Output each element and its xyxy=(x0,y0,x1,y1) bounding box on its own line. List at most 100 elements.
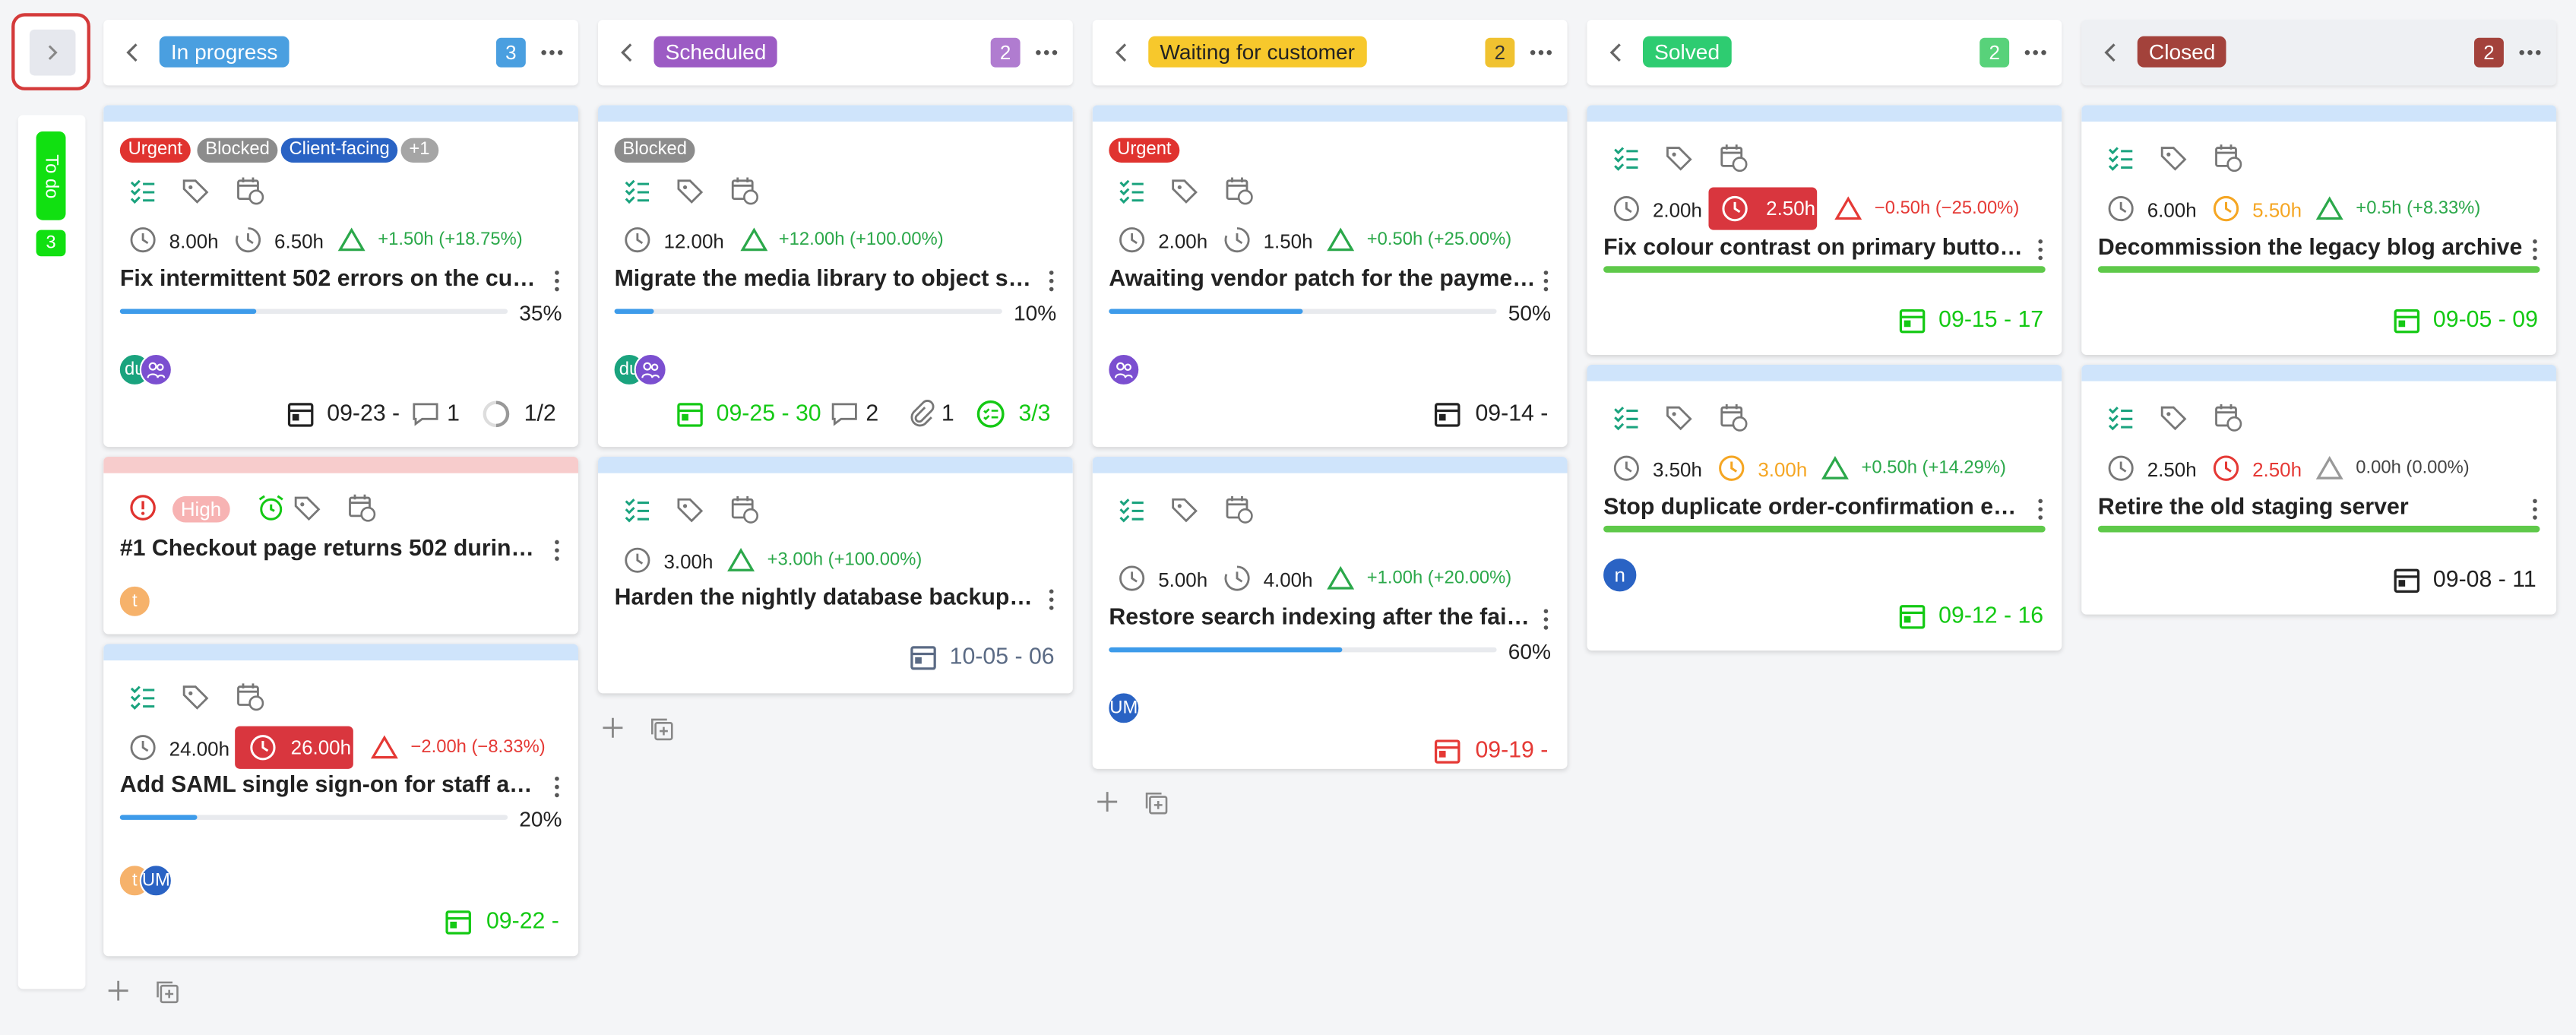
checklist-icon[interactable] xyxy=(2106,143,2136,172)
calendar-clock-icon[interactable] xyxy=(235,682,264,711)
task-card[interactable]: 6.00h 5.50h +0.5h (+8.33%) Decommission … xyxy=(2081,105,2557,355)
add-card-icon[interactable] xyxy=(107,980,130,1002)
checklist-icon[interactable] xyxy=(1612,143,1641,172)
card-title[interactable]: Migrate the media library to object sto.… xyxy=(615,264,1039,291)
checklist-icon[interactable] xyxy=(2106,403,2136,432)
task-card[interactable]: 2.00h 2.50h −0.50h (−25.00%) Fix colour … xyxy=(1587,105,2062,355)
card-title[interactable]: Awaiting vendor patch for the payment... xyxy=(1109,264,1536,291)
more-horizontal-icon[interactable] xyxy=(2022,40,2049,66)
more-vertical-icon[interactable] xyxy=(2036,238,2046,261)
card-title[interactable]: Fix colour contrast on primary buttons..… xyxy=(1603,233,2030,260)
calendar-icon xyxy=(445,910,471,935)
card-title[interactable]: Fix intermittent 502 errors on the cust.… xyxy=(120,264,544,291)
more-vertical-icon[interactable] xyxy=(1541,608,1551,631)
more-horizontal-icon[interactable] xyxy=(1528,40,1555,66)
card-title[interactable]: Decommission the legacy blog archive xyxy=(2098,233,2525,260)
card-title[interactable]: #1 Checkout page returns 502 during p... xyxy=(120,534,544,561)
calendar-clock-icon[interactable] xyxy=(2213,403,2242,432)
tag-icon[interactable] xyxy=(676,176,705,205)
task-card[interactable]: Urgent 2.00h 1.50h +0.50h (+25.00%) Awai… xyxy=(1092,105,1568,448)
more-vertical-icon[interactable] xyxy=(1046,588,1056,611)
alarm-icon[interactable] xyxy=(256,493,286,523)
more-vertical-icon[interactable] xyxy=(1541,270,1551,293)
task-card[interactable]: 3.00h +3.00h (+100.00%) Harden the night… xyxy=(597,457,1073,694)
task-card[interactable]: 2.50h 2.50h 0.00h (0.00%) Retire the old… xyxy=(2081,364,2557,615)
more-vertical-icon[interactable] xyxy=(2530,238,2540,261)
more-horizontal-icon[interactable] xyxy=(539,40,565,66)
group-avatar-icon[interactable] xyxy=(634,353,667,387)
task-card[interactable]: Blocked 12.00h +12.00h (+100.00%) Migrat… xyxy=(597,105,1073,448)
add-card-icon[interactable] xyxy=(601,717,624,739)
more-vertical-icon[interactable] xyxy=(552,775,562,798)
avatar[interactable]: UM xyxy=(139,864,173,897)
chevron-left-icon[interactable] xyxy=(1109,40,1135,66)
comment-icon[interactable] xyxy=(411,399,441,429)
calendar-clock-icon[interactable] xyxy=(347,493,376,523)
chevron-left-icon[interactable] xyxy=(2098,40,2125,66)
attachment-icon[interactable] xyxy=(905,399,935,429)
tag-icon[interactable] xyxy=(1664,403,1694,432)
card-title[interactable]: Restore search indexing after the faile.… xyxy=(1109,603,1533,629)
avatar[interactable]: n xyxy=(1601,556,1638,593)
calendar-clock-icon[interactable] xyxy=(235,176,264,205)
tag-icon[interactable] xyxy=(293,493,322,523)
task-card[interactable]: 5.00h 4.00h +1.00h (+20.00%) Restore sea… xyxy=(1092,457,1568,769)
estimate-value: 6.00h xyxy=(2147,198,2197,222)
checklist-icon[interactable] xyxy=(622,495,652,524)
chevron-left-icon[interactable] xyxy=(615,40,641,66)
calendar-clock-icon[interactable] xyxy=(1718,403,1748,432)
tag-icon[interactable] xyxy=(181,176,210,205)
tag-icon[interactable] xyxy=(1169,495,1199,524)
avatar[interactable]: UM xyxy=(1107,692,1141,725)
calendar-clock-icon[interactable] xyxy=(1224,495,1254,524)
tag-icon[interactable] xyxy=(2159,403,2188,432)
task-card[interactable]: Urgent Blocked Client-facing +1 8.00h 6.… xyxy=(103,105,579,448)
card-title[interactable]: Add SAML single sign-on for staff acco..… xyxy=(120,771,544,797)
checklist-icon[interactable] xyxy=(1117,495,1147,524)
task-card[interactable]: High #1 Checkout page returns 502 during… xyxy=(103,457,579,635)
duplicate-icon[interactable] xyxy=(1144,790,1168,815)
task-card[interactable]: 24.00h 26.00h −2.00h (−8.33%) Add SAML s… xyxy=(103,644,579,957)
duplicate-icon[interactable] xyxy=(649,717,673,741)
calendar-icon xyxy=(287,403,314,427)
calendar-icon xyxy=(1434,739,1460,764)
group-avatar-icon[interactable] xyxy=(1107,353,1141,387)
more-horizontal-icon[interactable] xyxy=(1033,40,1060,66)
chevron-left-icon[interactable] xyxy=(1603,40,1630,66)
calendar-clock-icon[interactable] xyxy=(729,495,759,524)
checklist-icon[interactable] xyxy=(1117,176,1147,205)
more-horizontal-icon[interactable] xyxy=(2517,40,2543,66)
tag-icon[interactable] xyxy=(1664,143,1694,172)
calendar-clock-icon[interactable] xyxy=(1718,143,1748,172)
tag-icon[interactable] xyxy=(2159,143,2188,172)
tag-icon[interactable] xyxy=(676,495,705,524)
more-vertical-icon[interactable] xyxy=(1046,270,1056,293)
more-vertical-icon[interactable] xyxy=(552,539,562,562)
todo-column-collapsed[interactable]: To do 3 xyxy=(17,115,86,989)
card-title[interactable]: Retire the old staging server xyxy=(2098,493,2525,520)
card-title[interactable]: Harden the nightly database backup job xyxy=(615,584,1039,610)
comment-icon[interactable] xyxy=(830,399,859,429)
duplicate-icon[interactable] xyxy=(154,980,179,1004)
calendar-clock-icon[interactable] xyxy=(2213,143,2242,172)
calendar-clock-icon[interactable] xyxy=(729,176,759,205)
delta-value: +1.50h (+18.75%) xyxy=(378,229,523,250)
more-vertical-icon[interactable] xyxy=(2036,498,2046,521)
more-vertical-icon[interactable] xyxy=(552,270,562,293)
clock-icon xyxy=(1613,455,1639,481)
avatar[interactable]: t xyxy=(118,584,151,618)
add-card-icon[interactable] xyxy=(1096,790,1119,813)
checklist-icon[interactable] xyxy=(128,682,158,711)
calendar-clock-icon[interactable] xyxy=(1224,176,1254,205)
checklist-icon[interactable] xyxy=(622,176,652,205)
tag-icon[interactable] xyxy=(1169,176,1199,205)
tag-icon[interactable] xyxy=(181,682,210,711)
expand-sidebar-button[interactable] xyxy=(11,13,90,90)
card-title[interactable]: Stop duplicate order-confirmation ema... xyxy=(1603,493,2030,520)
checklist-icon[interactable] xyxy=(1612,403,1641,432)
task-card[interactable]: 3.50h 3.00h +0.50h (+14.29%) Stop duplic… xyxy=(1587,364,2062,651)
checklist-icon[interactable] xyxy=(128,176,158,205)
group-avatar-icon[interactable] xyxy=(139,353,173,387)
more-vertical-icon[interactable] xyxy=(2530,498,2540,521)
chevron-left-icon[interactable] xyxy=(120,40,147,66)
